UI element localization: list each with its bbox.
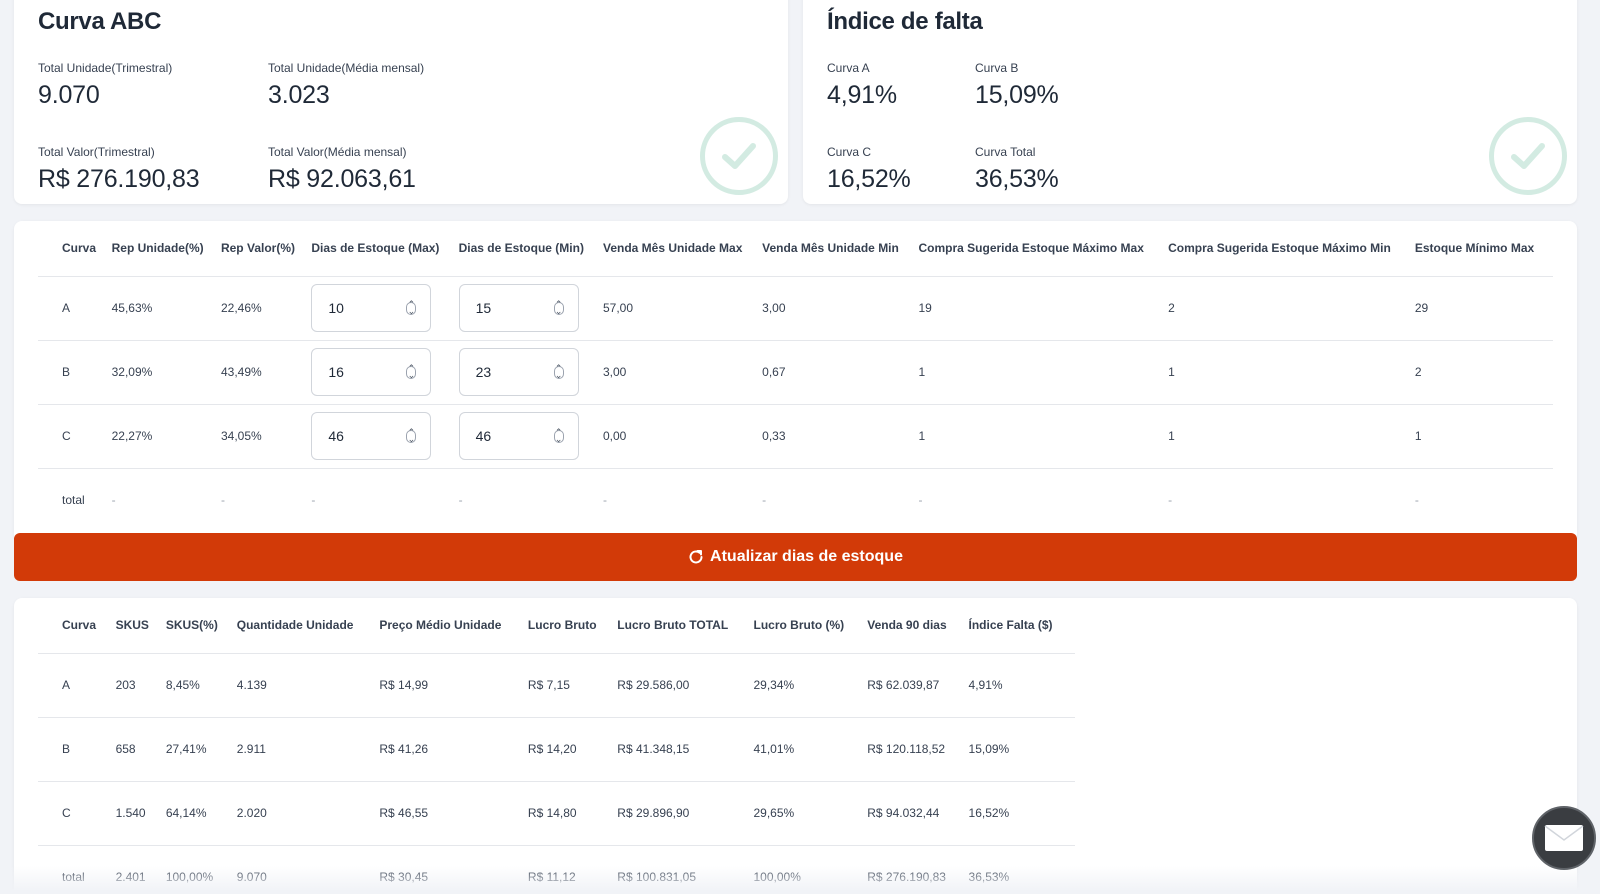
col-header: Estoque Mínimo Max xyxy=(1414,241,1535,256)
col-header: Compra Sugerida Estoque Máximo Min xyxy=(1168,241,1391,256)
col-header: Quantidade Unidade xyxy=(236,618,354,633)
metric-total-valor-media: Total Valor(Média mensal) R$ 92.063,61 xyxy=(268,145,416,193)
metric-curva-b: Curva B 15,09% xyxy=(975,61,1059,109)
indice-falta-card: Índice de falta Curva A 4,91% Curva B 15… xyxy=(803,0,1577,204)
metric-total-unidade-trimestral: Total Unidade(Trimestral) 9.070 xyxy=(38,61,173,109)
curva-abc-title: Curva ABC xyxy=(38,8,162,35)
col-header: Venda Mês Unidade Min xyxy=(762,241,899,256)
metric-total-valor-trimestral: Total Valor(Trimestral) R$ 276.190,83 xyxy=(38,145,200,193)
check-circle-icon xyxy=(700,117,778,195)
table-row: A 203 8,45% 4.139 R$ 14,99 R$ 7,15 R$ 29.586,0… xyxy=(38,653,1075,717)
table-row: C 22,27% 34,05% 46 ⌃ ⌄ 46 ⌃ ⌄ 0,00 0,33 1 1 … xyxy=(38,404,1553,468)
metric-curva-total: Curva Total 36,53% xyxy=(975,145,1059,193)
stepper-icon[interactable]: ⌃ ⌄ xyxy=(553,428,564,444)
resumo-table-card: Curva SKUS SKUS(%) Quantidade Unidade Pr… xyxy=(14,598,1577,894)
resumo-table: Curva SKUS SKUS(%) Quantidade Unidade Pr… xyxy=(38,598,1075,894)
stepper-icon[interactable]: ⌃ ⌄ xyxy=(406,364,417,380)
col-header: Lucro Bruto TOTAL xyxy=(617,618,729,633)
table-row-total: total - - - - - - - - - xyxy=(62,493,1419,508)
table-row: A 45,63% 22,46% 10 ⌃ ⌄ 15 ⌃ ⌄ 57,00 3,00 19 … xyxy=(38,276,1553,340)
chat-button[interactable] xyxy=(1532,806,1596,870)
dias-estoque-min-input[interactable]: 23 ⌃ ⌄ xyxy=(458,348,579,396)
chat-envelope-icon xyxy=(1544,825,1584,851)
indice-falta-title: Índice de falta xyxy=(827,8,983,35)
table-row: C 1.540 64,14% 2.020 R$ 46,55 R$ 14,80 R$ 29.8… xyxy=(38,781,1075,845)
stepper-icon[interactable]: ⌃ ⌄ xyxy=(553,364,564,380)
col-header: SKUS(%) xyxy=(165,618,218,633)
metric-curva-a: Curva A 4,91% xyxy=(827,61,897,109)
curva-abc-card: Curva ABC Total Unidade(Trimestral) 9.07… xyxy=(14,0,788,204)
stepper-icon[interactable]: ⌃ ⌄ xyxy=(406,428,417,444)
table-row: B 32,09% 43,49% 16 ⌃ ⌄ 23 ⌃ ⌄ 3,00 0,67 1 1 … xyxy=(38,340,1553,404)
check-circle-icon xyxy=(1489,117,1567,195)
atualizar-button-label: Atualizar dias de estoque xyxy=(710,548,903,565)
atualizar-dias-estoque-button[interactable]: Atualizar dias de estoque xyxy=(14,533,1577,581)
dias-estoque-min-input[interactable]: 46 ⌃ ⌄ xyxy=(458,412,579,460)
estoque-table-header: Curva Rep Unidade(%) Rep Valor(%) Dias d… xyxy=(38,221,1553,276)
col-header: Lucro Bruto (%) xyxy=(753,618,845,633)
metric-curva-c: Curva C 16,52% xyxy=(827,145,911,193)
col-header: Dias de Estoque (Max) xyxy=(311,241,440,256)
dias-estoque-max-input[interactable]: 16 ⌃ ⌄ xyxy=(311,348,432,396)
table-row-total: total 2.401 100,00% 9.070 R$ 30,45 R$ 11,12 R$… xyxy=(62,870,1010,885)
col-header: Dias de Estoque (Min) xyxy=(458,241,584,256)
col-header: Curva xyxy=(62,241,97,256)
dias-estoque-min-input[interactable]: 15 ⌃ ⌄ xyxy=(458,284,579,332)
refresh-icon xyxy=(689,550,703,564)
col-header: Curva xyxy=(62,618,97,633)
col-header: Rep Unidade(%) xyxy=(111,241,204,256)
col-header: Lucro Bruto xyxy=(527,618,597,633)
col-header: Venda 90 dias xyxy=(867,618,947,633)
metric-total-unidade-media: Total Unidade(Média mensal) 3.023 xyxy=(268,61,425,109)
col-header: Índice Falta ($) xyxy=(968,618,1053,633)
col-header: Rep Valor(%) xyxy=(220,241,295,256)
resumo-table-header: Curva SKUS SKUS(%) Quantidade Unidade Pr… xyxy=(38,598,1075,653)
col-header: Compra Sugerida Estoque Máximo Max xyxy=(918,241,1144,256)
col-header: Venda Mês Unidade Max xyxy=(603,241,743,256)
estoque-table-card: Curva Rep Unidade(%) Rep Valor(%) Dias d… xyxy=(14,221,1577,537)
estoque-table: Curva Rep Unidade(%) Rep Valor(%) Dias d… xyxy=(38,221,1553,532)
table-row: B 658 27,41% 2.911 R$ 41,26 R$ 14,20 R$ 41.348… xyxy=(38,717,1075,781)
col-header: Preço Médio Unidade xyxy=(379,618,502,633)
dias-estoque-max-input[interactable]: 46 ⌃ ⌄ xyxy=(311,412,432,460)
dias-estoque-max-input[interactable]: 10 ⌃ ⌄ xyxy=(311,284,432,332)
stepper-icon[interactable]: ⌃ ⌄ xyxy=(406,300,417,316)
stepper-icon[interactable]: ⌃ ⌄ xyxy=(553,300,564,316)
col-header: SKUS xyxy=(115,618,149,633)
